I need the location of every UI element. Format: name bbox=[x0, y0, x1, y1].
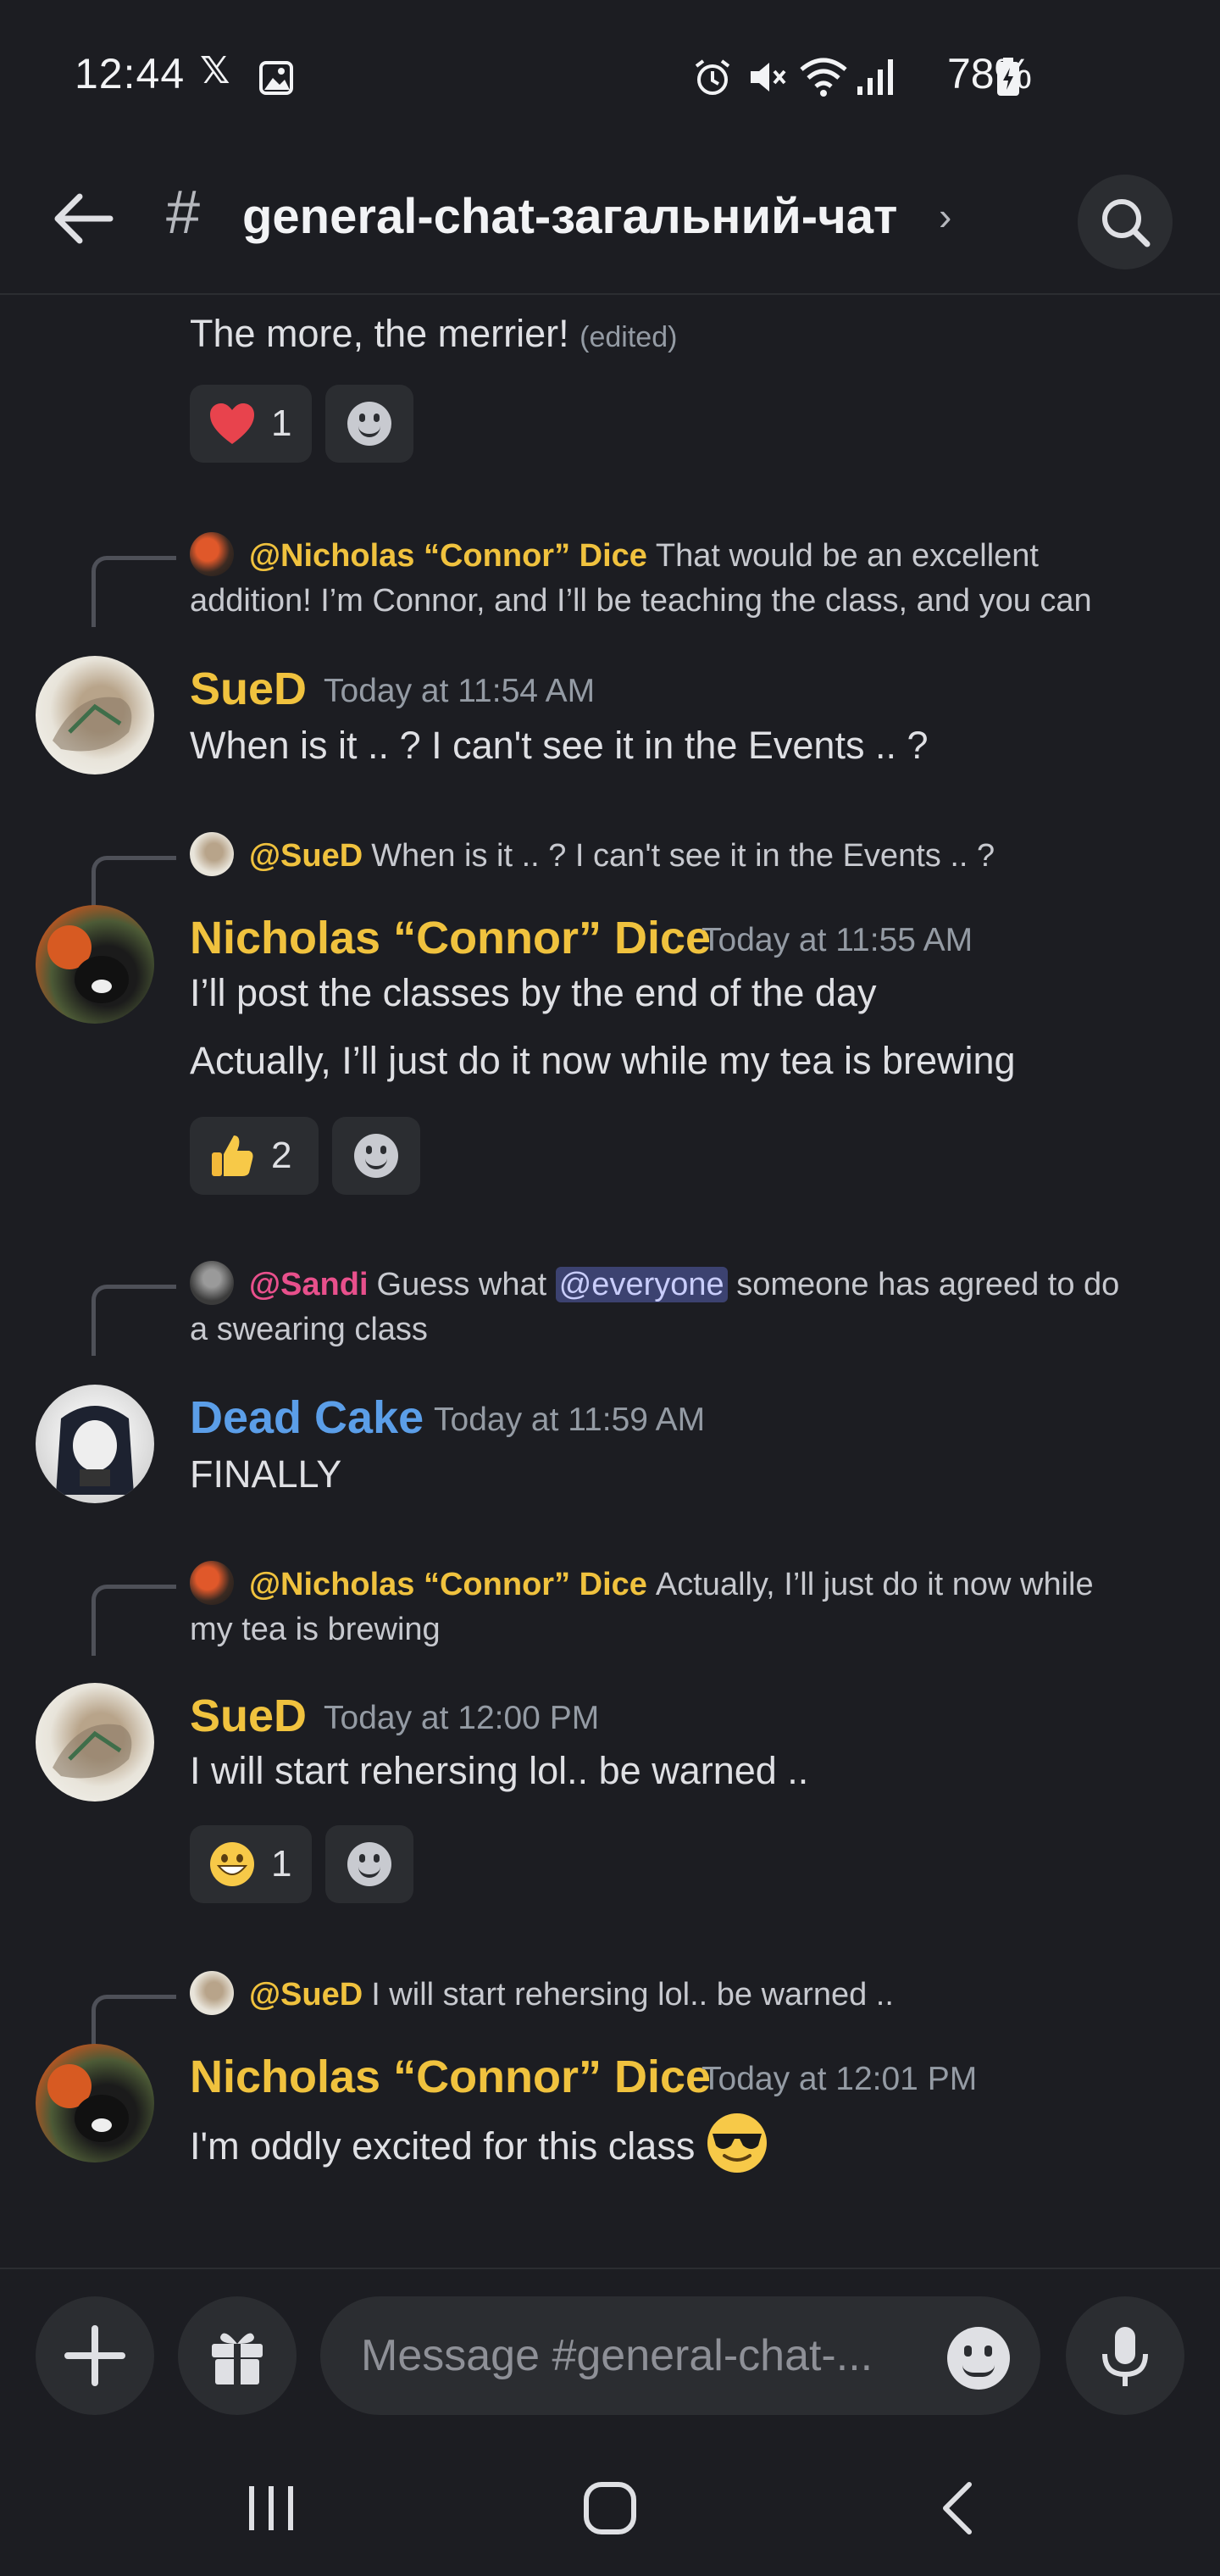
reaction-heart[interactable]: 1 bbox=[190, 385, 312, 463]
message-input[interactable]: Message #general-chat-... bbox=[320, 2296, 1040, 2415]
username[interactable]: SueD bbox=[190, 663, 307, 715]
username[interactable]: Nicholas “Connor” Dice bbox=[190, 912, 711, 964]
reaction-count: 1 bbox=[271, 1843, 292, 1885]
avatar[interactable] bbox=[36, 905, 154, 1024]
timestamp: Today at 11:54 AM bbox=[324, 673, 596, 709]
channel-header: # general-chat-загальний-чат › bbox=[0, 153, 1220, 295]
chevron-right-icon[interactable]: › bbox=[939, 193, 951, 239]
gift-button[interactable] bbox=[178, 2296, 297, 2415]
gift-icon bbox=[212, 2333, 263, 2384]
add-reaction-button[interactable] bbox=[325, 1825, 413, 1903]
username[interactable]: Dead Cake bbox=[190, 1391, 424, 1444]
reply-preview[interactable]: @SueD I will start rehersing lol.. be war… bbox=[190, 1971, 894, 2015]
avatar-art bbox=[53, 1724, 132, 1779]
everyone-mention[interactable]: @everyone bbox=[555, 1267, 728, 1302]
smiley-icon bbox=[347, 1842, 391, 1886]
add-reaction-button[interactable] bbox=[332, 1117, 420, 1195]
message-text: When is it .. ? I can't see it in the Ev… bbox=[190, 724, 929, 767]
channel-hash-icon: # bbox=[166, 179, 201, 247]
timestamp: Today at 11:59 AM bbox=[434, 1402, 706, 1438]
emoji-picker-icon[interactable] bbox=[947, 2327, 1010, 2390]
status-time: 12:44 bbox=[75, 50, 186, 97]
plus-icon bbox=[64, 2325, 125, 2386]
avatar-art bbox=[47, 925, 129, 1003]
timestamp: Today at 11:55 AM bbox=[702, 922, 973, 958]
message-text: I'm oddly excited for this class bbox=[190, 2112, 768, 2174]
avatar bbox=[190, 1971, 234, 2015]
message-text: FINALLY bbox=[190, 1452, 342, 1496]
composer-bar: Message #general-chat-... bbox=[0, 2268, 1220, 2439]
sunglasses-emoji-icon bbox=[707, 2113, 767, 2173]
message-text: I will start rehersing lol.. be warned .… bbox=[190, 1749, 809, 1792]
reply-preview-continued: my tea is brewing bbox=[190, 1612, 441, 1647]
reply-preview[interactable]: @SueD When is it .. ? I can't see it in t… bbox=[190, 832, 995, 876]
reply-connector bbox=[92, 556, 176, 627]
reaction-thumbs-up[interactable]: 2 bbox=[190, 1117, 319, 1195]
avatar[interactable] bbox=[36, 1385, 154, 1503]
avatar-art bbox=[56, 1406, 134, 1495]
reply-connector bbox=[92, 1585, 176, 1656]
heart-icon bbox=[210, 403, 254, 444]
microphone-icon bbox=[1102, 2327, 1148, 2386]
reply-connector bbox=[92, 1285, 176, 1356]
reaction-count: 1 bbox=[271, 402, 292, 444]
avatar[interactable] bbox=[36, 2044, 154, 2162]
recent-apps-icon[interactable] bbox=[237, 2481, 305, 2535]
avatar bbox=[190, 832, 234, 876]
signal-icon bbox=[857, 59, 893, 95]
avatar-art bbox=[47, 2064, 129, 2142]
search-button[interactable] bbox=[1078, 175, 1173, 269]
search-icon bbox=[1102, 199, 1151, 247]
avatar-art bbox=[53, 697, 132, 752]
home-icon[interactable] bbox=[581, 2479, 639, 2537]
smiley-icon bbox=[354, 1134, 398, 1178]
reply-preview-continued: addition! I’m Connor, and I’ll be teachi… bbox=[190, 583, 1092, 619]
message-placeholder: Message #general-chat-... bbox=[361, 2331, 873, 2380]
battery-icon bbox=[997, 58, 1019, 96]
mute-icon bbox=[751, 63, 786, 92]
reply-preview[interactable]: @Nicholas “Connor” Dice That would be an … bbox=[190, 532, 1039, 576]
reply-preview[interactable]: @Nicholas “Connor” Dice Actually, I’ll ju… bbox=[190, 1561, 1094, 1605]
avatar bbox=[190, 1261, 234, 1305]
avatar[interactable] bbox=[36, 1683, 154, 1802]
message-list[interactable]: The more, the merrier! (edited) 1 @Nicho… bbox=[0, 293, 1220, 2268]
back-arrow-icon[interactable] bbox=[51, 185, 119, 253]
timestamp: Today at 12:00 PM bbox=[324, 1700, 600, 1736]
reaction-grinning[interactable]: 1 bbox=[190, 1825, 312, 1903]
username[interactable]: SueD bbox=[190, 1690, 307, 1742]
message-text: Actually, I’ll just do it now while my t… bbox=[190, 1039, 1016, 1082]
x-app-icon: 𝕏 bbox=[200, 50, 230, 92]
add-attachment-button[interactable] bbox=[36, 2296, 154, 2415]
reaction-count: 2 bbox=[271, 1135, 292, 1176]
reply-connector bbox=[92, 856, 176, 913]
channel-title[interactable]: general-chat-загальний-чат bbox=[242, 188, 897, 245]
avatar bbox=[190, 1561, 234, 1605]
reply-connector bbox=[92, 1995, 176, 2052]
wifi-icon bbox=[800, 58, 847, 97]
grinning-face-icon bbox=[210, 1842, 254, 1886]
voice-message-button[interactable] bbox=[1066, 2296, 1184, 2415]
reply-preview-continued: a swearing class bbox=[190, 1312, 428, 1347]
edited-label: (edited) bbox=[580, 321, 678, 353]
avatar[interactable] bbox=[36, 656, 154, 774]
message-text: I’ll post the classes by the end of the … bbox=[190, 971, 877, 1014]
system-back-icon[interactable] bbox=[932, 2479, 983, 2537]
gallery-icon bbox=[259, 61, 293, 95]
reply-preview[interactable]: @Sandi Guess what @everyone someone has a… bbox=[190, 1261, 1119, 1305]
smiley-icon bbox=[347, 402, 391, 446]
status-bar: 12:44 𝕏 78% bbox=[0, 0, 1220, 153]
thumbs-up-icon bbox=[212, 1135, 253, 1176]
message-text: The more, the merrier! (edited) bbox=[190, 312, 678, 355]
timestamp: Today at 12:01 PM bbox=[702, 2061, 978, 2097]
system-nav-bar bbox=[0, 2437, 1220, 2576]
avatar bbox=[190, 532, 234, 576]
alarm-icon bbox=[695, 59, 730, 95]
username[interactable]: Nicholas “Connor” Dice bbox=[190, 2051, 711, 2103]
add-reaction-button[interactable] bbox=[325, 385, 413, 463]
